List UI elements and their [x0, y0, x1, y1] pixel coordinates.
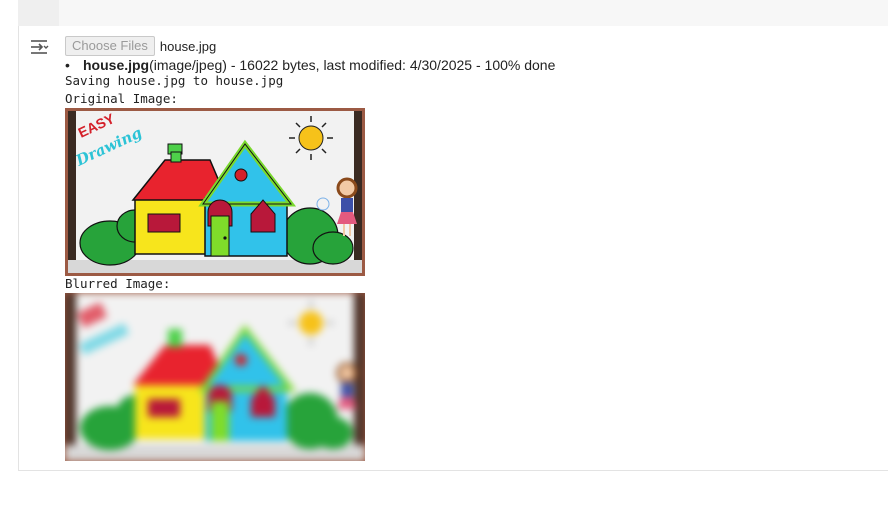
blurred-image-label: Blurred Image:	[65, 276, 171, 291]
bullet-icon: •	[65, 56, 70, 73]
previous-cell-strip	[18, 0, 888, 27]
saving-message: Saving house.jpg to house.jpg	[65, 73, 284, 88]
choose-files-button[interactable]: Choose Files	[65, 36, 155, 56]
blurred-image	[65, 293, 365, 461]
output-collapse-icon[interactable]	[30, 38, 50, 56]
file-upload-row: Choose Files house.jpg	[65, 36, 216, 56]
original-image-label: Original Image:	[65, 91, 178, 106]
cell-gutter	[18, 0, 59, 26]
file-details: (image/jpeg) - 16022 bytes, last modifie…	[149, 56, 556, 73]
list-item: • house.jpg (image/jpeg) - 16022 bytes, …	[65, 56, 555, 73]
chosen-file-name: house.jpg	[159, 38, 217, 54]
file-name: house.jpg	[83, 56, 150, 73]
original-image: EASY Drawing	[65, 108, 365, 276]
uploaded-file-list: • house.jpg (image/jpeg) - 16022 bytes, …	[65, 56, 555, 73]
